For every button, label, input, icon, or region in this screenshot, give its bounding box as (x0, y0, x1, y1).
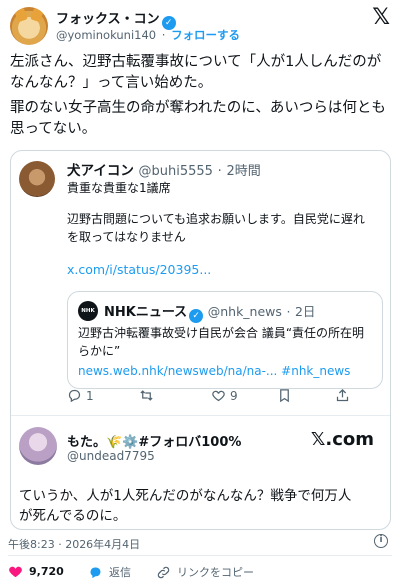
nested-quoted-post-card[interactable]: NHK NEWS NHKニュース ✓ @nhk_news · 2日 辺野古沖転覆事… (67, 291, 383, 389)
xcom-logo[interactable]: 𝕏.com (311, 429, 374, 450)
quoted-text-line-3: を取ってはなりません (67, 230, 186, 244)
share-action[interactable] (335, 388, 350, 403)
reply-author-avatar[interactable] (19, 427, 57, 465)
like-button[interactable]: 9,720 (8, 564, 64, 579)
quoted-author-name[interactable]: 犬アイコン (67, 163, 134, 179)
author-name[interactable]: フォックス・コン (56, 12, 160, 27)
quoted-post-card[interactable]: 犬アイコン @buhi5555 · 2時間 貴重な貴重な1議席 辺野古問題につい… (10, 150, 391, 530)
quoted-handle: @buhi5555 (138, 164, 213, 179)
x-logo-icon[interactable]: 𝕏 (372, 5, 390, 30)
separator-dot: · (217, 164, 222, 179)
reply-count: 1 (86, 388, 94, 403)
reply-action[interactable]: 1 (67, 388, 94, 403)
info-icon[interactable]: i (374, 534, 388, 548)
nested-author-row: NHKニュース ✓ @nhk_news · 2日 (104, 301, 315, 323)
reply-label: 返信 (109, 566, 131, 579)
reply-icon (68, 389, 81, 403)
separator-dot: · (161, 28, 166, 42)
quoted-author-avatar[interactable] (19, 161, 55, 197)
separator-dot: · (286, 304, 291, 319)
reply-text: ていうか、人が1人死んだのがなんなん？戦争で何万人 が死んでるのに。 (19, 486, 381, 526)
nested-news-link[interactable]: news.web.nhk/newsweb/na/na-... #nhk_news (78, 362, 378, 380)
reply-text-line-2: が死んでるのに。 (19, 508, 127, 524)
divider (11, 415, 390, 416)
reply-button[interactable]: 返信 (88, 564, 131, 580)
post-text-paragraph-1: 左派さん、辺野古転覆事故について「人が1人しんだのがなんなん？」って言い始めた。 (10, 54, 382, 91)
nested-time: 2日 (294, 304, 316, 319)
nhk-news-logo[interactable]: NHK NEWS (78, 301, 98, 334)
bookmark-icon (280, 389, 289, 403)
quoted-status-link[interactable]: x.com/i/status/20395... (67, 261, 387, 279)
heart-filled-icon (9, 566, 22, 578)
reply-text-line-1: ていうか、人が1人死んだのがなんなん？戦争で何万人 (19, 488, 352, 504)
post-header: フォックス・コン ✓ @yominokuni140 · フォローする 𝕏 (10, 5, 390, 45)
quoted-action-bar: 1 9 (67, 388, 387, 406)
nested-author-name[interactable]: NHKニュース (104, 305, 187, 320)
retweet-icon (140, 390, 153, 401)
nested-handle: @nhk_news (207, 304, 282, 319)
quoted-time: 2時間 (226, 164, 261, 179)
nested-text-line-2: らかに” (78, 344, 121, 358)
copy-link-button[interactable]: リンクをコピー (156, 564, 254, 580)
bookmark-action[interactable] (277, 388, 292, 403)
post-timestamp[interactable]: 午後8:23 · 2026年4月4日 (8, 536, 140, 552)
reply-author-name[interactable]: もた。🌾⚙️#フォロバ100% (67, 431, 241, 450)
nested-text-line-1: 辺野古沖転覆事故受け自民が会合 議員“責任の所在明 (78, 326, 365, 340)
quoted-author-row: 犬アイコン @buhi5555 · 2時間 (67, 159, 261, 179)
author-handle-row: @yominokuni140 · フォローする (56, 27, 240, 43)
divider (8, 555, 392, 556)
quoted-text-line-1: 貴重な貴重な1議席 (67, 181, 171, 195)
like-count: 9,720 (29, 565, 64, 578)
copy-link-label: リンクをコピー (177, 566, 254, 579)
post-engagement-bar: 9,720 返信 リンクをコピー (8, 564, 392, 584)
share-icon (336, 388, 349, 402)
like-action[interactable]: 9 (211, 388, 238, 403)
post-text-paragraph-2: 罪のない女子高生の命が奪われたのに、あいつらは何とも思ってない。 (10, 100, 386, 137)
link-icon (157, 566, 170, 578)
verified-badge-icon: ✓ (189, 309, 204, 323)
retweet-action[interactable] (139, 388, 158, 403)
follow-button[interactable]: フォローする (171, 28, 240, 42)
reply-author-handle[interactable]: @undead7795 (67, 449, 155, 463)
like-count: 9 (230, 388, 238, 403)
heart-icon (212, 390, 225, 402)
reply-icon (90, 567, 101, 578)
quoted-text-line-2: 辺野古問題についても追求お願いします。自民党に遅れ (67, 212, 365, 226)
author-avatar[interactable] (10, 7, 48, 45)
author-handle[interactable]: @yominokuni140 (56, 28, 156, 42)
